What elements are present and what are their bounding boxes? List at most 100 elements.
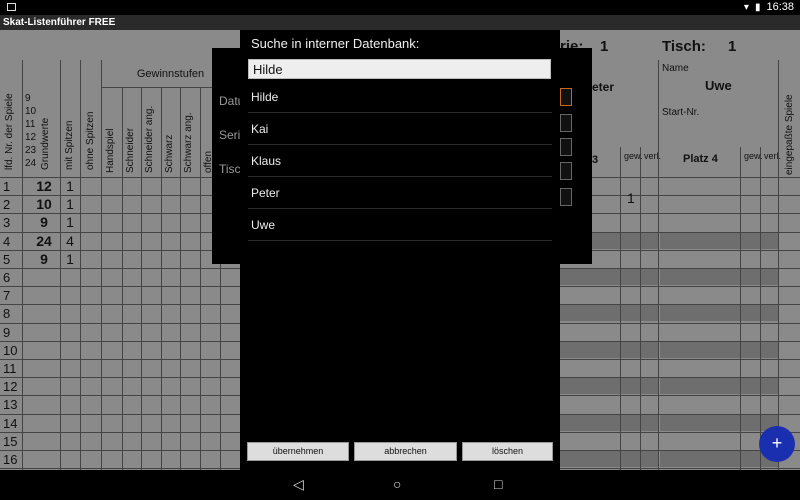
- grid-line: [658, 60, 659, 470]
- tisch-label: Tisch:: [662, 38, 706, 55]
- col-header-ohne-spitzen: ohne Spitzen: [85, 111, 96, 170]
- table-row[interactable]: [560, 286, 800, 304]
- table-row[interactable]: 16: [0, 450, 240, 468]
- app-title-bar: Skat-Listenführer FREE: [0, 15, 800, 30]
- row-number: 11: [3, 361, 17, 376]
- table-row[interactable]: 11: [0, 359, 240, 377]
- list-item[interactable]: Peter: [248, 177, 552, 209]
- mit-spitzen-cell: 1: [66, 178, 74, 194]
- mit-spitzen-cell: 1: [66, 250, 74, 267]
- recents-icon[interactable]: □: [494, 476, 502, 492]
- table-row[interactable]: 7: [0, 286, 240, 304]
- table-row[interactable]: 1 12 1: [0, 177, 240, 195]
- table-row[interactable]: 3 9 1: [0, 213, 240, 231]
- apply-button[interactable]: übernehmen: [247, 442, 349, 461]
- grid-line: [778, 60, 779, 470]
- search-input[interactable]: Hilde: [248, 59, 551, 79]
- row-number: 6: [3, 270, 11, 285]
- back-icon[interactable]: ◁: [293, 476, 304, 493]
- bg-field[interactable]: [560, 88, 572, 106]
- row-number: 5: [3, 251, 11, 267]
- verl-label: verl.: [644, 151, 662, 161]
- mit-spitzen-cell: 4: [66, 232, 74, 249]
- grid-line: [620, 147, 621, 470]
- add-fab-button[interactable]: +: [759, 426, 795, 462]
- home-icon[interactable]: ○: [393, 476, 401, 492]
- delete-button[interactable]: löschen: [462, 442, 553, 461]
- col-header-mit-spitzen: mit Spitzen: [64, 120, 75, 170]
- row-number: 14: [3, 415, 18, 431]
- tisch-value: 1: [728, 38, 737, 55]
- col-header-schwarz-ang: Schwarz ang.: [183, 112, 194, 173]
- row-number: 16: [3, 452, 18, 467]
- image-notification-icon: [7, 3, 16, 11]
- table-row[interactable]: [560, 213, 800, 231]
- col-header-schwarz: Schwarz: [164, 134, 175, 173]
- list-item[interactable]: Uwe: [248, 209, 552, 241]
- table-row[interactable]: 6: [0, 268, 240, 286]
- grundwert-cell: 9: [40, 214, 48, 231]
- platz3-partial: 3: [592, 154, 599, 166]
- row-number: 12: [3, 379, 18, 395]
- table-row[interactable]: [560, 359, 800, 377]
- table-row[interactable]: 12: [0, 377, 240, 395]
- status-bar: ▾ ▮ 16:38: [0, 0, 800, 15]
- table-row[interactable]: 4 24 4: [0, 231, 240, 250]
- table-row[interactable]: 5 9 1: [0, 249, 240, 268]
- cancel-button[interactable]: abbrechen: [354, 442, 457, 461]
- plus-icon: +: [771, 433, 783, 453]
- list-item[interactable]: Klaus: [248, 145, 552, 177]
- table-row[interactable]: [560, 177, 800, 195]
- grundwert-value: 23: [25, 145, 37, 156]
- player4-name: Uwe: [705, 78, 732, 93]
- serie-label: Seri: [219, 128, 241, 142]
- col-header-schneider-ang: Schneider ang.: [144, 105, 155, 173]
- table-row[interactable]: 8: [0, 304, 240, 322]
- row-number: 7: [3, 288, 11, 304]
- platz4-label: Platz 4: [683, 153, 718, 165]
- list-item[interactable]: Hilde: [248, 81, 552, 113]
- table-row[interactable]: [560, 395, 800, 413]
- shaded-cell: [560, 341, 658, 358]
- row-number: 2: [3, 197, 11, 213]
- grundwerte-list: 9 10 11 12 23 24: [25, 92, 36, 170]
- wifi-icon: ▾: [743, 1, 749, 13]
- table-row[interactable]: 14: [0, 413, 240, 432]
- bg-field[interactable]: [560, 138, 572, 156]
- name-label: Name: [662, 63, 689, 74]
- shaded-cell: [560, 305, 658, 322]
- grundwert-value: 10: [25, 106, 37, 117]
- table-row[interactable]: [560, 195, 800, 213]
- grundwert-cell: 10: [36, 196, 52, 213]
- tisch-label: Tisc: [219, 162, 241, 176]
- table-row[interactable]: 9: [0, 322, 240, 341]
- table-row[interactable]: 15: [0, 431, 240, 450]
- list-item[interactable]: Kai: [248, 113, 552, 145]
- col-header-handspiel: Handspiel: [105, 128, 116, 173]
- shaded-cell: [560, 451, 658, 467]
- table-row[interactable]: [560, 249, 800, 268]
- player3-name: eter: [592, 80, 615, 94]
- grundwert-value: 9: [25, 93, 31, 104]
- table-row[interactable]: 2 10 1: [0, 195, 240, 213]
- gew-label: gew.: [624, 151, 643, 161]
- navigation-bar: ◁ ○ □: [0, 470, 800, 500]
- row-number: 9: [3, 324, 11, 340]
- table-row[interactable]: 13: [0, 395, 240, 413]
- dialog-title: Suche in interner Datenbank:: [251, 36, 420, 51]
- col-header-schneider: Schneider: [125, 127, 136, 173]
- bg-field[interactable]: [560, 114, 572, 132]
- bg-field[interactable]: [560, 162, 572, 180]
- row-number: 8: [3, 306, 11, 322]
- grundwert-cell: 12: [36, 178, 52, 194]
- row-number: 3: [3, 215, 11, 231]
- grundwert-value: 24: [25, 158, 37, 169]
- grundwert-value: 11: [25, 119, 36, 130]
- table-row[interactable]: [560, 322, 800, 341]
- gew-label: gew.: [744, 151, 763, 161]
- row-number: 4: [3, 233, 11, 249]
- col-header-lfd: lfd. Nr. der Spiele: [4, 93, 15, 170]
- shaded-cell: [560, 414, 658, 431]
- table-row[interactable]: 10: [0, 340, 240, 359]
- bg-field[interactable]: [560, 188, 572, 206]
